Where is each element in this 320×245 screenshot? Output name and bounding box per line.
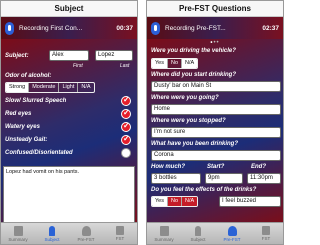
recording-label: Recording Pre-FST...	[165, 24, 226, 32]
page-dots: •••	[210, 40, 220, 46]
effects-field[interactable]: I feel buzzed	[219, 196, 281, 207]
question-drinking: What have you been drinking?	[151, 141, 239, 147]
drive-option-no[interactable]: No	[168, 59, 183, 68]
question-stopped: Where were you stopped?	[151, 118, 226, 124]
tab-label: Pre-FST	[223, 236, 241, 242]
checkmark-icon[interactable]	[121, 95, 131, 106]
nav-title: Subject	[1, 1, 137, 17]
person-icon	[195, 225, 201, 236]
effects-segmented-control: Yes No N/A	[151, 196, 199, 207]
start-drinking-field[interactable]: Dusty' bar on Main St	[151, 81, 281, 92]
first-name-field[interactable]: Alex	[49, 50, 89, 61]
question-effects: Do you feel the effects of the drinks?	[151, 187, 257, 193]
tab-label: Subject	[44, 236, 60, 242]
form-area: Subject: Alex Lopez First Last Odor of a…	[1, 39, 137, 222]
tab-label: Pre-FST	[77, 236, 95, 242]
observation-label: Slow/ Slurred Speech	[5, 98, 67, 104]
pre-fst-screen: Pre-FST Questions Recording Pre-FST... 0…	[146, 0, 284, 245]
drive-option-na[interactable]: N/A	[182, 59, 198, 68]
tab-bar: Summary Subject Pre-FST FST	[1, 222, 137, 244]
driving-segmented-control: Yes No N/A	[151, 58, 199, 69]
question-icon	[227, 225, 237, 236]
fst-icon	[116, 226, 124, 235]
observation-label: Unsteady Gait:	[5, 137, 48, 143]
recording-bar[interactable]: Recording Pre-FST... 02:37	[147, 17, 283, 39]
tab-summary[interactable]: Summary	[1, 223, 35, 244]
first-sublabel: First	[73, 63, 83, 69]
questions-area: ••• Were you driving the vehicle? Yes No…	[147, 39, 283, 222]
end-label: End?	[251, 164, 266, 170]
tab-pre-fst[interactable]: Pre-FST	[69, 223, 103, 244]
microphone-icon	[5, 21, 14, 35]
nav-title: Pre-FST Questions	[147, 1, 283, 17]
start-label: Start?	[207, 164, 225, 170]
summary-icon	[13, 225, 23, 236]
subject-screen: Subject Recording First Con... 00:37 Sub…	[0, 0, 138, 245]
odor-option-light[interactable]: Light	[59, 83, 79, 92]
tab-label: Subject	[190, 236, 206, 242]
microphone-icon	[151, 21, 160, 35]
how-much-field[interactable]: 3 bottles	[151, 173, 201, 184]
tab-subject[interactable]: Subject	[35, 223, 69, 244]
odor-option-na[interactable]: N/A	[78, 83, 93, 92]
recording-time: 02:37	[262, 24, 279, 32]
start-time-field[interactable]: 9pm	[205, 173, 243, 184]
going-field[interactable]: Home	[151, 104, 281, 115]
effects-option-no[interactable]: No	[167, 197, 183, 206]
end-time-field[interactable]: 11:30pm	[247, 173, 281, 184]
question-going: Where were you going?	[151, 95, 219, 101]
recording-label: Recording First Con...	[19, 24, 83, 32]
question-icon	[81, 225, 91, 236]
drive-option-yes[interactable]: Yes	[152, 59, 168, 68]
drinking-field[interactable]: Corona	[151, 150, 281, 161]
stopped-field[interactable]: I'm not sure	[151, 127, 281, 138]
tab-label: FST	[261, 236, 271, 241]
last-sublabel: Last	[120, 63, 130, 69]
fst-icon	[262, 226, 270, 235]
effects-option-yes[interactable]: Yes	[152, 197, 168, 206]
observation-label: Watery eyes	[5, 124, 40, 130]
checkmark-icon[interactable]	[121, 134, 131, 145]
checkmark-icon[interactable]	[121, 121, 131, 132]
last-name-field[interactable]: Lopez	[95, 50, 133, 61]
recording-time: 00:37	[116, 24, 133, 32]
summary-icon	[159, 225, 169, 236]
person-icon	[49, 225, 55, 236]
odor-label: Odor of alcohol:	[5, 73, 52, 79]
notes-textarea[interactable]: Lopez had vomit on his pants.	[3, 166, 135, 222]
tab-pre-fst[interactable]: Pre-FST	[215, 223, 249, 244]
observation-label: Red eyes	[5, 111, 32, 117]
unchecked-circle-icon[interactable]	[121, 148, 131, 158]
tab-subject[interactable]: Subject	[181, 223, 215, 244]
question-driving: Were you driving the vehicle?	[151, 48, 236, 54]
observation-label: Confused/Disorientated	[5, 150, 73, 156]
how-much-label: How much?	[151, 164, 185, 170]
effects-option-na[interactable]: N/A	[182, 197, 198, 206]
tab-fst[interactable]: FST	[103, 223, 137, 244]
question-start-drinking: Where did you start drinking?	[151, 72, 237, 78]
checkmark-icon[interactable]	[121, 108, 131, 119]
tab-label: Summary	[8, 236, 28, 242]
tab-summary[interactable]: Summary	[147, 223, 181, 244]
subject-label: Subject:	[5, 53, 29, 59]
odor-segmented-control: Strong Moderate Light N/A	[5, 82, 95, 93]
tab-label: FST	[115, 236, 125, 241]
tab-bar: Summary Subject Pre-FST FST	[147, 222, 283, 244]
recording-bar[interactable]: Recording First Con... 00:37	[1, 17, 137, 39]
odor-option-strong[interactable]: Strong	[6, 83, 30, 92]
odor-option-moderate[interactable]: Moderate	[29, 83, 60, 92]
tab-fst[interactable]: FST	[249, 223, 283, 244]
tab-label: Summary	[154, 236, 174, 242]
